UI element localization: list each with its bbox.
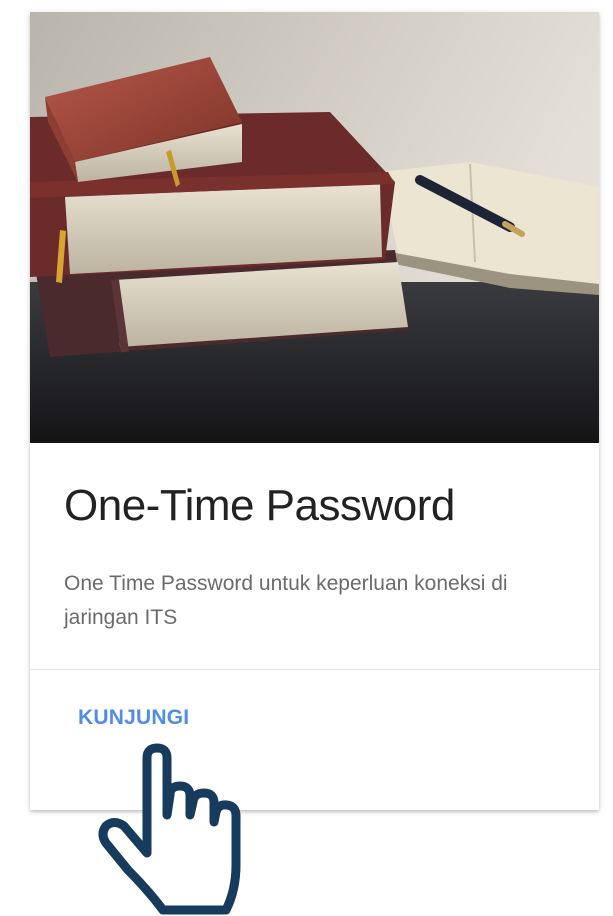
card-title: One-Time Password <box>64 481 455 530</box>
card-divider <box>30 669 599 670</box>
card-image <box>30 12 599 443</box>
service-card: One-Time Password One Time Password untu… <box>30 12 599 810</box>
kunjungi-button[interactable]: KUNJUNGI <box>78 706 189 730</box>
card-description: One Time Password untuk keperluan koneks… <box>64 572 508 629</box>
